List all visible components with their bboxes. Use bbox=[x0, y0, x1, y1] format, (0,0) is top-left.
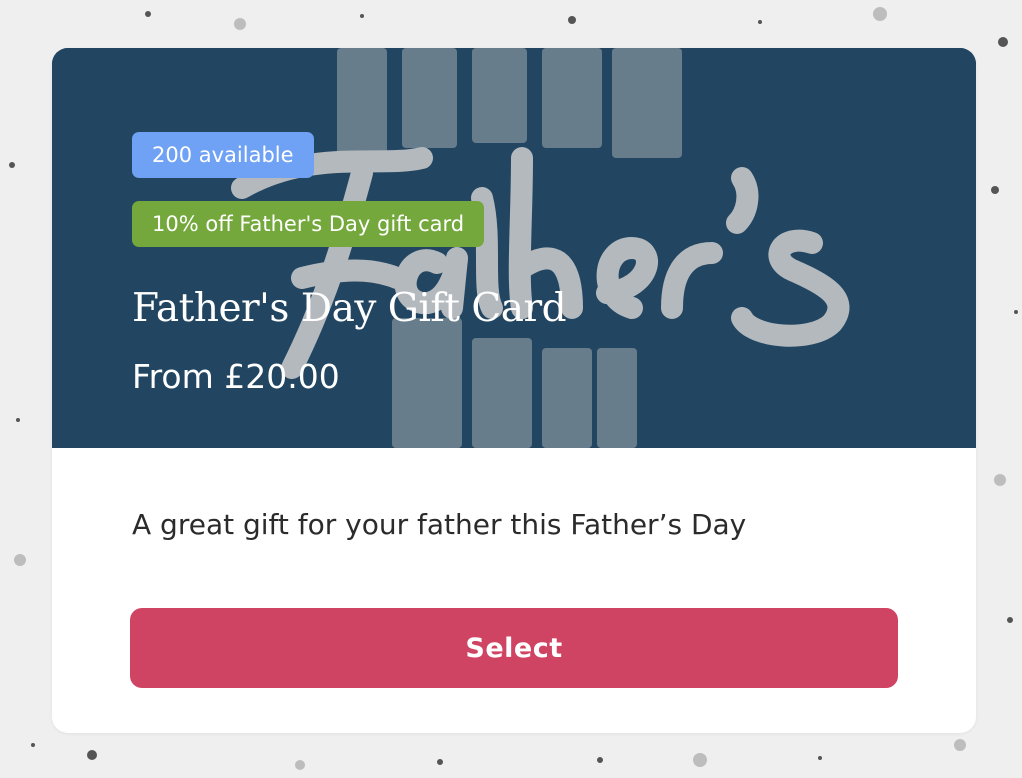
product-title: Father's Day Gift Card bbox=[132, 286, 567, 331]
select-button[interactable]: Select bbox=[130, 608, 898, 688]
product-price: From £20.00 bbox=[132, 357, 340, 396]
availability-badge: 200 available bbox=[132, 132, 314, 178]
discount-badge: 10% off Father's Day gift card bbox=[132, 201, 485, 247]
product-hero-banner: 200 available 10% off Father's Day gift … bbox=[52, 48, 976, 448]
product-description: A great gift for your father this Father… bbox=[132, 508, 747, 541]
product-card: 200 available 10% off Father's Day gift … bbox=[52, 48, 976, 733]
